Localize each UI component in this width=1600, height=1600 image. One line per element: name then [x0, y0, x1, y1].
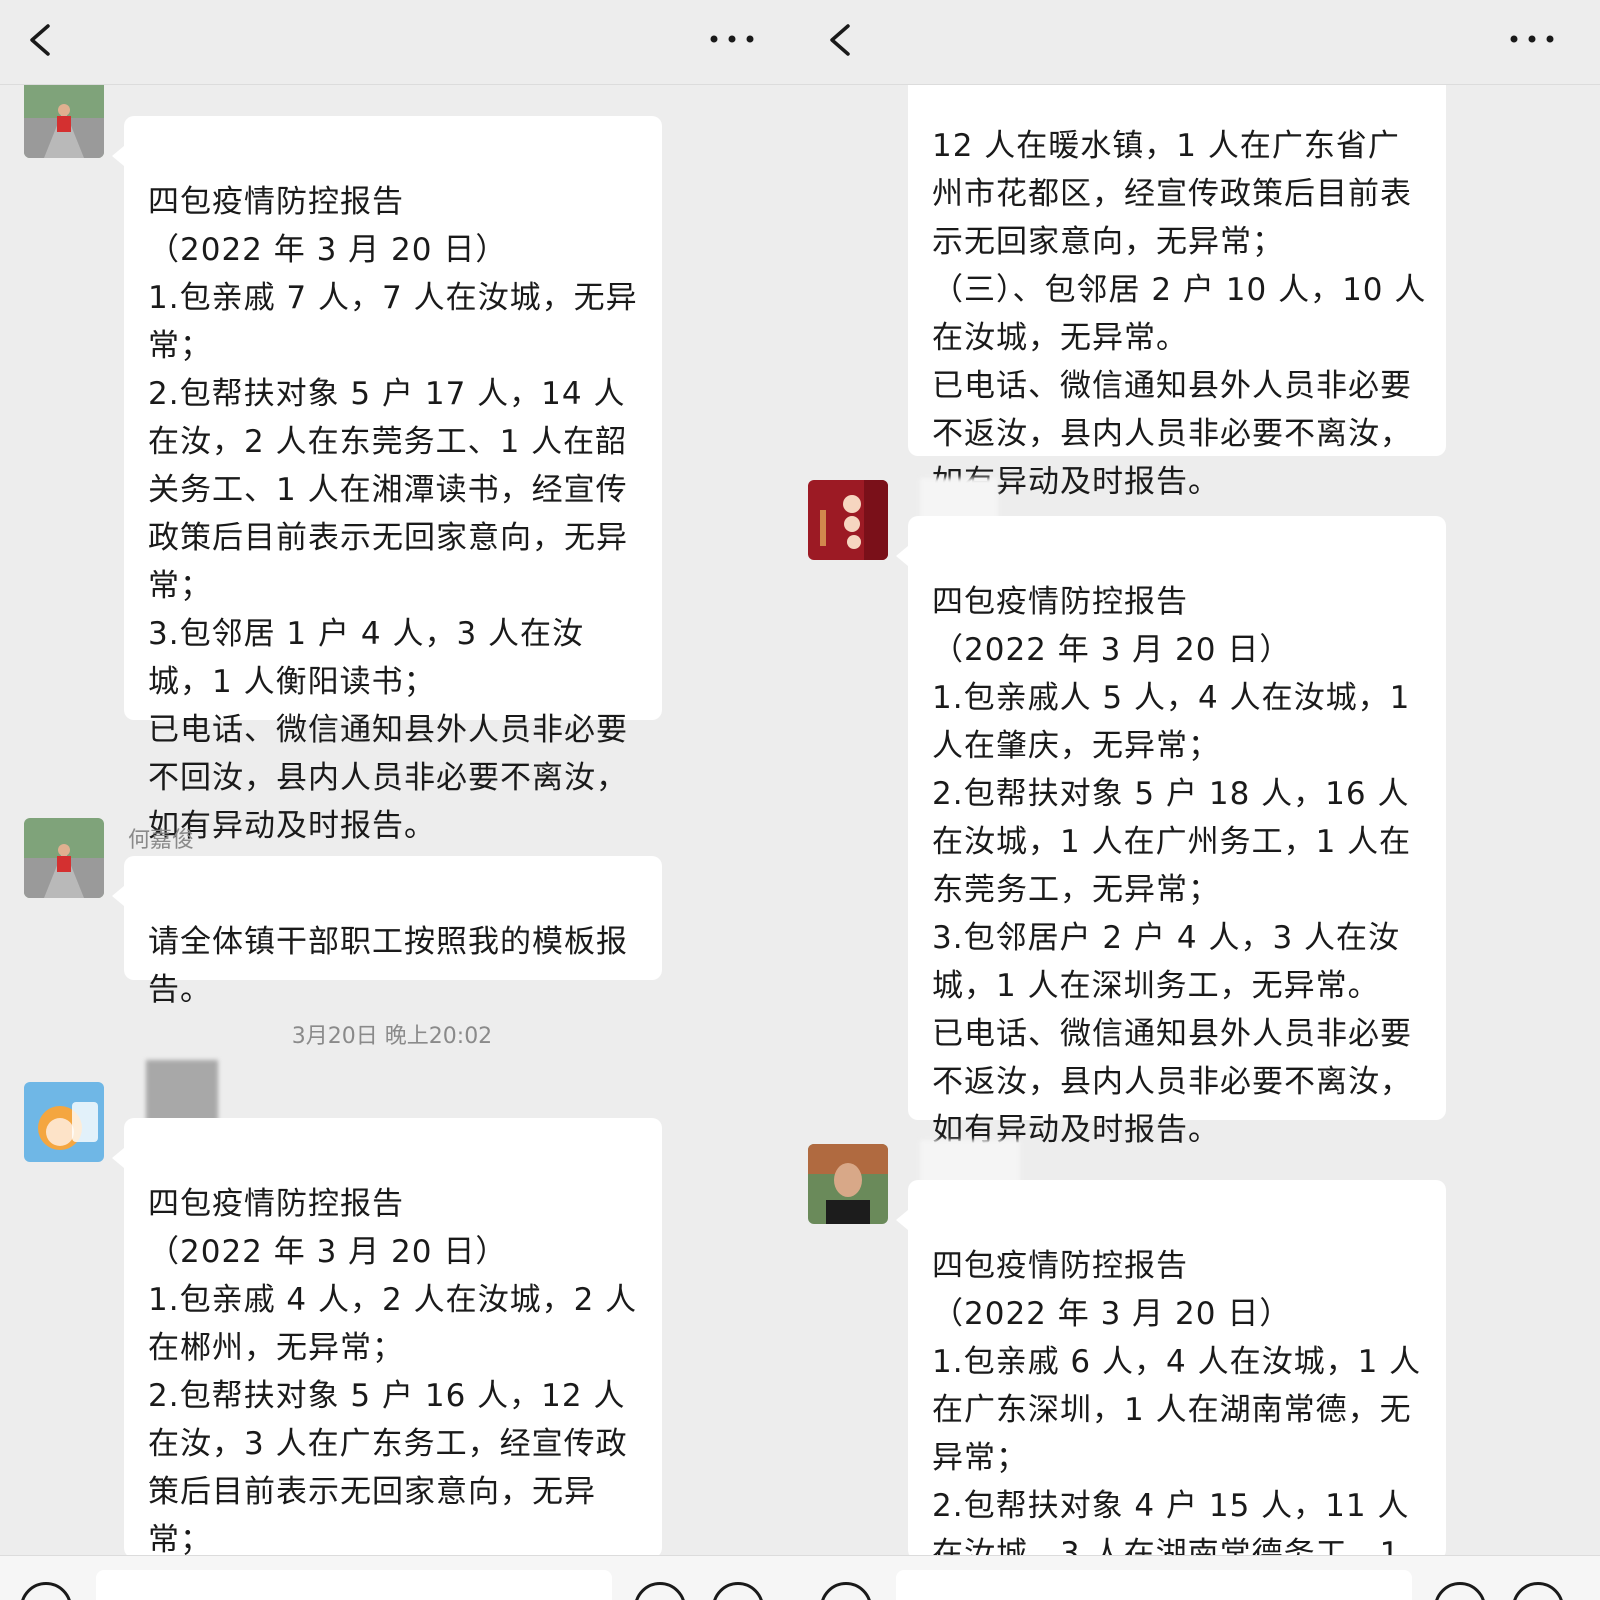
- avatar[interactable]: [24, 78, 104, 158]
- message-bubble[interactable]: 四包疫情防控报告 （2022 年 3 月 20 日） 1.包亲戚人 5 人，4 …: [896, 516, 1446, 1148]
- input-bar: [800, 1555, 1600, 1600]
- message-bubble[interactable]: 四包疫情防控报告 （2022 年 3 月 20 日） 1.包亲戚 6 人，4 人…: [896, 1180, 1446, 1600]
- avatar-portrait-icon: [808, 1144, 888, 1224]
- message-text: 四包疫情防控报告 （2022 年 3 月 20 日） 1.包亲戚人 5 人，4 …: [932, 584, 1412, 1148]
- emoji-icon[interactable]: [634, 1582, 686, 1600]
- message-bubble[interactable]: 12 人在暖水镇，1 人在广东省广州市花都区，经宣传政策后目前表示无回家意向，无…: [908, 60, 1446, 500]
- input-bar: [0, 1555, 800, 1600]
- message-input[interactable]: [896, 1570, 1412, 1600]
- emoji-icon[interactable]: [1434, 1582, 1486, 1600]
- avatar-photo-icon: [24, 818, 104, 898]
- message-text: 12 人在暖水镇，1 人在广东省广州市花都区，经宣传政策后目前表示无回家意向，无…: [932, 128, 1427, 500]
- message-text: 四包疫情防控报告 （2022 年 3 月 20 日） 1.包亲戚 7 人，7 人…: [148, 184, 638, 844]
- sender-name: 何嘉俊: [128, 828, 195, 853]
- avatar[interactable]: [24, 818, 104, 898]
- message-text: 四包疫情防控报告 （2022 年 3 月 20 日） 1.包亲戚 6 人，4 人…: [932, 1248, 1422, 1600]
- back-arrow-icon[interactable]: [824, 22, 860, 58]
- avatar-greeting-card-icon: [808, 480, 888, 560]
- chat-header: [0, 0, 800, 85]
- plus-icon[interactable]: [1512, 1582, 1564, 1600]
- more-options-icon[interactable]: [708, 26, 756, 52]
- voice-input-icon[interactable]: [820, 1582, 872, 1600]
- more-options-icon[interactable]: [1508, 26, 1556, 52]
- avatar[interactable]: [24, 1082, 104, 1162]
- timestamp: 3月20日 晚上20:02: [291, 1024, 493, 1049]
- chat-panel-right: 12 人在暖水镇，1 人在广东省广州市花都区，经宣传政策后目前表示无回家意向，无…: [800, 0, 1600, 1600]
- avatar[interactable]: [808, 480, 888, 560]
- message-bubble[interactable]: 四包疫情防控报告 （2022 年 3 月 20 日） 1.包亲戚 4 人，2 人…: [112, 1118, 662, 1600]
- message-bubble[interactable]: 请全体镇干部职工按照我的模板报告。: [112, 856, 662, 1008]
- chat-panel-left: 四包疫情防控报告 （2022 年 3 月 20 日） 1.包亲戚 7 人，7 人…: [0, 0, 800, 1600]
- message-text: 四包疫情防控报告 （2022 年 3 月 20 日） 1.包亲戚 4 人，2 人…: [148, 1186, 638, 1600]
- avatar-photo-icon: [24, 78, 104, 158]
- chat-header: [800, 0, 1600, 85]
- back-arrow-icon[interactable]: [24, 22, 60, 58]
- voice-input-icon[interactable]: [20, 1582, 72, 1600]
- plus-icon[interactable]: [712, 1582, 764, 1600]
- message-input[interactable]: [96, 1570, 612, 1600]
- message-bubble[interactable]: 四包疫情防控报告 （2022 年 3 月 20 日） 1.包亲戚 7 人，7 人…: [112, 116, 662, 844]
- avatar-cartoon-icon: [24, 1082, 104, 1162]
- avatar[interactable]: [808, 1144, 888, 1224]
- message-text: 请全体镇干部职工按照我的模板报告。: [148, 924, 628, 1008]
